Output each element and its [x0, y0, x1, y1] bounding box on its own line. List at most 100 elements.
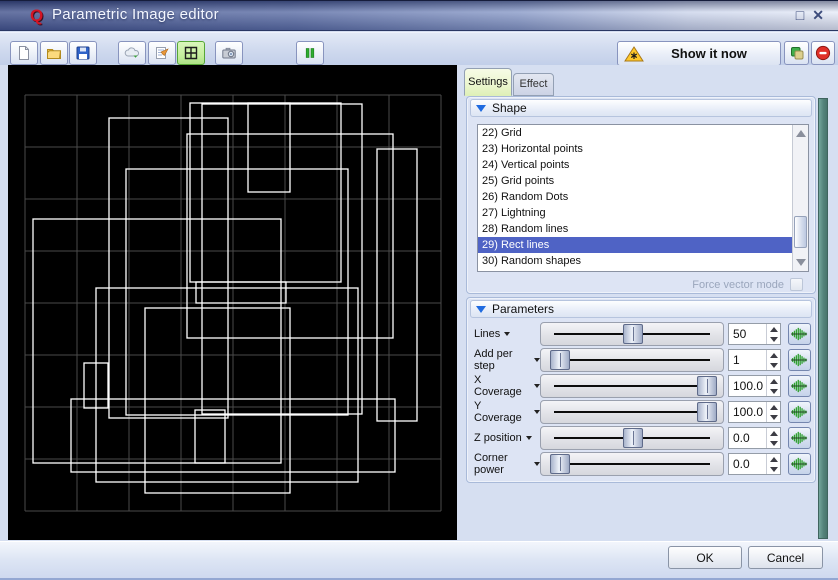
lines-modulation-button[interactable]	[788, 323, 811, 345]
y-coverage-slider[interactable]	[540, 400, 724, 424]
tab-settings[interactable]: Settings	[464, 68, 512, 96]
add-per-step-slider[interactable]	[540, 348, 724, 372]
save-button[interactable]	[69, 41, 97, 65]
list-scrollbar[interactable]	[792, 125, 808, 271]
shape-list: 22) Grid 23) Horizontal points 24) Verti…	[477, 124, 809, 272]
spin-down-button[interactable]	[767, 438, 781, 448]
slider-thumb[interactable]	[550, 350, 570, 370]
maximize-button[interactable]: □	[796, 7, 804, 23]
parameters-section-header[interactable]: Parameters	[470, 300, 812, 318]
shape-list-item[interactable]: 26) Random Dots	[478, 189, 808, 205]
add-per-step-modulation-button[interactable]	[788, 349, 811, 371]
spin-down-button[interactable]	[767, 412, 781, 422]
titlebar[interactable]: Q Parametric Image editor □ ✕	[0, 1, 838, 31]
app-logo-icon: Q	[30, 6, 43, 26]
waveform-icon	[791, 326, 808, 342]
slider-thumb[interactable]	[697, 402, 717, 422]
lines-label[interactable]: Lines	[471, 328, 540, 340]
grid-icon	[183, 45, 199, 61]
spin-up-button[interactable]	[767, 376, 781, 386]
shape-header-label: Shape	[492, 101, 527, 115]
grid-toggle-button[interactable]	[177, 41, 205, 65]
spin-down-button[interactable]	[767, 360, 781, 370]
rect-lines-preview	[8, 65, 457, 540]
corner-power-label[interactable]: Corner power	[471, 452, 540, 476]
shape-list-item[interactable]: 24) Vertical points	[478, 157, 808, 173]
tab-effect[interactable]: Effect	[513, 73, 554, 96]
new-file-button[interactable]	[10, 41, 38, 65]
parameters-header-label: Parameters	[492, 302, 554, 316]
z-position-label[interactable]: Z position	[471, 432, 540, 444]
shape-section-header[interactable]: Shape	[470, 99, 812, 117]
pause-button[interactable]	[296, 41, 324, 65]
show-it-now-label: Show it now	[644, 46, 774, 61]
slider-thumb[interactable]	[550, 454, 570, 474]
notes-icon	[154, 45, 170, 61]
slider-thumb[interactable]	[623, 428, 643, 448]
spin-down-button[interactable]	[767, 464, 781, 474]
spinner	[766, 402, 780, 422]
shape-list-item[interactable]: 28) Random lines	[478, 221, 808, 237]
y-coverage-label[interactable]: Y Coverage	[471, 400, 540, 424]
close-button[interactable]: ✕	[812, 7, 824, 23]
shape-list-item[interactable]: 30) Random shapes	[478, 253, 808, 269]
x-coverage-value-input[interactable]	[729, 376, 765, 396]
cancel-button[interactable]: Cancel	[748, 546, 823, 569]
lines-value-input[interactable]	[729, 324, 765, 344]
waveform-icon	[791, 430, 808, 446]
corner-power-value-input[interactable]	[729, 454, 765, 474]
corner-power-slider[interactable]	[540, 452, 724, 476]
scroll-up-icon[interactable]	[796, 130, 806, 137]
cloud-button[interactable]	[118, 41, 146, 65]
param-row-y-coverage: Y Coverage	[471, 400, 813, 424]
ok-button[interactable]: OK	[668, 546, 742, 569]
show-it-now-button[interactable]: Show it now	[617, 41, 781, 66]
spin-down-button[interactable]	[767, 386, 781, 396]
corner-power-modulation-button[interactable]	[788, 453, 811, 475]
param-label-text: Corner power	[474, 452, 530, 476]
snapshot-button[interactable]	[215, 41, 243, 65]
slider-thumb[interactable]	[697, 376, 717, 396]
lines-value-box	[728, 323, 781, 345]
x-coverage-label[interactable]: X Coverage	[471, 374, 540, 398]
shape-list-item[interactable]: 25) Grid points	[478, 173, 808, 189]
force-vector-row: Force vector mode	[692, 278, 803, 291]
scroll-down-icon[interactable]	[796, 259, 806, 266]
spinner	[766, 428, 780, 448]
shape-list-item[interactable]: 29) Rect lines	[478, 237, 808, 253]
spin-down-button[interactable]	[767, 334, 781, 344]
properties-button[interactable]	[148, 41, 176, 65]
z-position-modulation-button[interactable]	[788, 427, 811, 449]
z-position-slider[interactable]	[540, 426, 724, 450]
parameter-rows: Lines Add per step X Coverage	[471, 322, 813, 476]
spin-up-button[interactable]	[767, 350, 781, 360]
window-controls: □ ✕	[796, 7, 824, 23]
slider-track	[554, 411, 710, 413]
collapse-triangle-icon	[476, 105, 486, 112]
spin-up-button[interactable]	[767, 402, 781, 412]
y-coverage-modulation-button[interactable]	[788, 401, 811, 423]
lines-slider[interactable]	[540, 322, 724, 346]
blackout-button[interactable]	[811, 41, 835, 65]
spin-up-button[interactable]	[767, 454, 781, 464]
spin-up-button[interactable]	[767, 324, 781, 334]
window-title: Parametric Image editor	[52, 6, 219, 23]
param-label-text: Add per step	[474, 348, 530, 372]
parameters-group: Parameters Lines Add per step X Coverage	[466, 297, 816, 483]
add-per-step-label[interactable]: Add per step	[471, 348, 540, 372]
shape-list-item[interactable]: 23) Horizontal points	[478, 141, 808, 157]
window-mode-button[interactable]	[784, 41, 809, 65]
x-coverage-modulation-button[interactable]	[788, 375, 811, 397]
x-coverage-slider[interactable]	[540, 374, 724, 398]
z-position-value-input[interactable]	[729, 428, 765, 448]
dropdown-arrow-icon	[526, 436, 532, 440]
open-button[interactable]	[40, 41, 68, 65]
shape-list-item[interactable]: 22) Grid	[478, 125, 808, 141]
slider-thumb[interactable]	[623, 324, 643, 344]
add-per-step-value-input[interactable]	[729, 350, 765, 370]
pause-icon	[302, 45, 318, 61]
spin-up-button[interactable]	[767, 428, 781, 438]
shape-list-item[interactable]: 27) Lightning	[478, 205, 808, 221]
scroll-thumb[interactable]	[794, 216, 807, 248]
y-coverage-value-input[interactable]	[729, 402, 765, 422]
